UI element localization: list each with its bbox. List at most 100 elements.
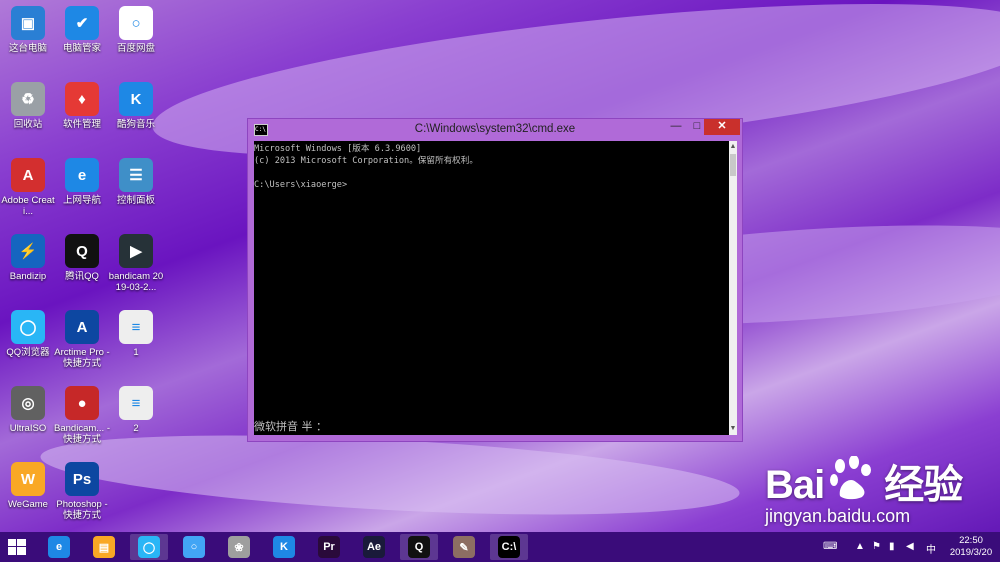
cat-app-icon: ❀ (228, 536, 250, 558)
desktop-icon-label: bandicam 2019-03-2... (108, 271, 164, 293)
desktop-icons: ▣ 这台电脑 ✔ 电脑管家 ○ 百度网盘 ♻ 回收站 ♦ 软件管理 K 酷狗音乐 A Adobe Crea… (0, 0, 240, 530)
taskbar-kugou-button[interactable]: K (265, 534, 303, 560)
taskbar-after-effects-button[interactable]: Ae (355, 534, 393, 560)
desktop-icon-label: QQ浏览器 (6, 347, 50, 358)
desktop-icon-label: 2 (133, 423, 139, 434)
desktop-app-icon: ✔ (65, 6, 99, 40)
kugou-icon: K (273, 536, 295, 558)
desktop-icon[interactable]: ◎ UltraISO (0, 386, 56, 434)
desktop-icon-label: 上网导航 (62, 195, 101, 206)
watermark-brand-right: 经验 (884, 463, 963, 507)
desktop-app-icon: ◯ (11, 310, 45, 344)
network-icon[interactable]: ▮ (889, 541, 895, 552)
desktop-app-icon: W (11, 462, 45, 496)
ie-browser-icon: e (48, 536, 70, 558)
close-button[interactable]: ✕ (704, 119, 740, 135)
desktop-icon-label: 腾讯QQ (65, 271, 99, 282)
clock-date: 2019/3/20 (949, 547, 993, 558)
paint-icon: ✎ (453, 536, 475, 558)
premiere-icon: Pr (318, 536, 340, 558)
desktop-icon[interactable]: e 上网导航 (54, 158, 110, 206)
desktop-app-icon: ▶ (119, 234, 153, 268)
scroll-thumb[interactable] (730, 154, 736, 176)
desktop-app-icon: A (65, 310, 99, 344)
clock[interactable]: 22:50 2019/3/20 (944, 535, 998, 559)
desktop-icon[interactable]: ▶ bandicam 2019-03-2... (108, 234, 164, 293)
taskbar-qq-button[interactable]: Q (400, 534, 438, 560)
taskbar-qq-browser-button[interactable]: ◯ (130, 534, 168, 560)
taskbar-baidu-netdisk-button[interactable]: ○ (175, 534, 213, 560)
desktop-icon[interactable]: Q 腾讯QQ (54, 234, 110, 282)
desktop-icon[interactable]: ≡ 1 (108, 310, 164, 358)
desktop-icon[interactable]: K 酷狗音乐 (108, 82, 164, 130)
scroll-down-icon[interactable]: ▼ (729, 423, 737, 435)
desktop-app-icon: ≡ (119, 386, 153, 420)
scroll-up-icon[interactable]: ▲ (729, 141, 737, 153)
desktop-app-icon: ☰ (119, 158, 153, 192)
desktop-icon[interactable]: ○ 百度网盘 (108, 6, 164, 54)
desktop-icon[interactable]: Ps Photoshop - 快捷方式 (54, 462, 110, 521)
desktop-icon[interactable]: W WeGame (0, 462, 56, 510)
desktop-app-icon: ≡ (119, 310, 153, 344)
console-prompt: C:\Users\xiaoerge> (254, 180, 348, 190)
desktop-icon[interactable]: ≡ 2 (108, 386, 164, 434)
console-line: Microsoft Windows [版本 6.3.9600] (254, 144, 422, 154)
desktop-app-icon: ♦ (65, 82, 99, 116)
console-line: (c) 2013 Microsoft Corporation。保留所有权利。 (254, 156, 478, 166)
desktop-icon-label: Bandizip (9, 271, 47, 282)
desktop-app-icon: ● (65, 386, 99, 420)
taskbar: e ▤ ◯ ○ ❀ K Pr Ae Q ✎ C:\ ⌨ ▲ ⚑ ▮ ◀ 中 (0, 532, 1000, 562)
tray-expand-icon[interactable]: ▲ (855, 541, 865, 552)
ime-status: 微软拼音 半 ： (254, 420, 327, 433)
desktop-app-icon: Ps (65, 462, 99, 496)
desktop-icon[interactable]: ◯ QQ浏览器 (0, 310, 56, 358)
desktop-icon-label: 酷狗音乐 (116, 119, 155, 130)
qq-icon: Q (408, 536, 430, 558)
desktop-icon-label: 软件管理 (62, 119, 101, 130)
desktop-icon[interactable]: ● Bandicam... - 快捷方式 (54, 386, 110, 445)
desktop-app-icon: ○ (119, 6, 153, 40)
desktop-icon-label: 这台电脑 (8, 43, 47, 54)
desktop-icon[interactable]: ☰ 控制面板 (108, 158, 164, 206)
baidu-jingyan-watermark: Bai 经验 jingyan.baidu.com (765, 452, 963, 527)
desktop-icon[interactable]: ⚡ Bandizip (0, 234, 56, 282)
ime-indicator[interactable]: 中 (926, 541, 936, 556)
taskbar-paint-button[interactable]: ✎ (445, 534, 483, 560)
desktop-icon-label: UltraISO (9, 423, 47, 434)
desktop-icon[interactable]: A Arctime Pro - 快捷方式 (54, 310, 110, 369)
desktop-icon-label: 百度网盘 (116, 43, 155, 54)
desktop-icon[interactable]: ✔ 电脑管家 (54, 6, 110, 54)
baidu-netdisk-icon: ○ (183, 536, 205, 558)
console-output[interactable]: Microsoft Windows [版本 6.3.9600] (c) 2013… (254, 141, 729, 435)
desktop-icon-label: Photoshop - 快捷方式 (56, 499, 108, 521)
volume-icon[interactable]: ◀ (906, 541, 914, 552)
taskbar-cmd-button[interactable]: C:\ (490, 534, 528, 560)
watermark-brand-left: Bai (765, 463, 825, 507)
vertical-scrollbar[interactable]: ▲ ▼ (729, 141, 737, 435)
desktop-icon[interactable]: ♦ 软件管理 (54, 82, 110, 130)
desktop-icon-label: 1 (133, 347, 139, 358)
cmd-window[interactable]: C:\ C:\Windows\system32\cmd.exe — □ ✕ Mi… (247, 118, 743, 442)
desktop-icon[interactable]: A Adobe Creati... (0, 158, 56, 217)
desktop-icon-label: WeGame (8, 499, 48, 510)
keyboard-icon[interactable]: ⌨ (823, 541, 837, 552)
desktop-app-icon: ▣ (11, 6, 45, 40)
desktop-icon[interactable]: ▣ 这台电脑 (0, 6, 56, 54)
desktop-app-icon: Q (65, 234, 99, 268)
taskbar-ie-browser-button[interactable]: e (40, 534, 78, 560)
title-bar[interactable]: C:\ C:\Windows\system32\cmd.exe — □ ✕ (248, 119, 742, 141)
desktop-icon[interactable]: ♻ 回收站 (0, 82, 56, 130)
taskbar-premiere-button[interactable]: Pr (310, 534, 348, 560)
file-explorer-icon: ▤ (93, 536, 115, 558)
taskbar-file-explorer-button[interactable]: ▤ (85, 534, 123, 560)
desktop-icon-label: 电脑管家 (62, 43, 101, 54)
desktop-icon-label: Adobe Creati... (1, 195, 55, 217)
action-center-icon[interactable]: ⚑ (872, 541, 881, 552)
qq-browser-icon: ◯ (138, 536, 160, 558)
desktop-app-icon: K (119, 82, 153, 116)
taskbar-cat-app-button[interactable]: ❀ (220, 534, 258, 560)
desktop-app-icon: ◎ (11, 386, 45, 420)
windows-start-icon[interactable] (8, 539, 26, 555)
desktop-app-icon: e (65, 158, 99, 192)
